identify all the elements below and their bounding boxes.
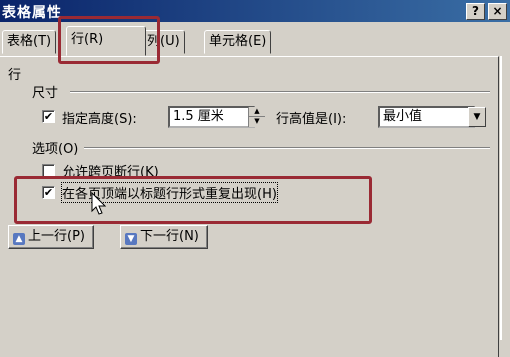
size-group-label: 尺寸 xyxy=(32,86,59,101)
spin-down-icon[interactable]: ▼ xyxy=(249,117,265,126)
chevron-down-icon[interactable]: ▼ xyxy=(468,107,486,127)
next-row-label: 下一行(N) xyxy=(140,229,199,244)
options-group-divider xyxy=(84,147,490,149)
arrow-down-icon: ▼ xyxy=(125,233,137,245)
tab-cell[interactable]: 单元格(E) xyxy=(204,30,272,54)
height-input[interactable]: 1.5 厘米 xyxy=(168,106,255,128)
row-height-is-label: 行高值是(I): xyxy=(276,112,347,127)
checkmark-icon: ✔ xyxy=(43,110,54,123)
specify-height-label: 指定高度(S): xyxy=(62,112,137,127)
previous-row-label: 上一行(P) xyxy=(28,229,85,244)
options-group-label: 选项(O) xyxy=(32,142,79,157)
tab-table[interactable]: 表格(T) xyxy=(2,30,57,54)
row-height-select[interactable]: 最小值 xyxy=(378,106,475,128)
mouse-cursor-icon xyxy=(91,192,107,215)
next-row-button[interactable]: ▼ 下一行(N) xyxy=(120,225,208,249)
row-heading: 行 xyxy=(8,68,22,83)
close-button[interactable]: × xyxy=(488,3,507,20)
panel-edge xyxy=(500,56,502,340)
previous-row-button[interactable]: ▲ 上一行(P) xyxy=(8,225,94,249)
tab-row[interactable]: 行(R) xyxy=(66,26,146,56)
spin-up-icon[interactable]: ▲ xyxy=(249,107,265,117)
window-title: 表格属性 xyxy=(2,5,62,21)
arrow-up-icon: ▲ xyxy=(13,233,25,245)
tab-strip: 表格(T) 行(R) 列(U) 单元格(E) xyxy=(0,24,510,58)
size-group-divider xyxy=(70,91,490,93)
option-highlight-box xyxy=(14,176,372,224)
height-spinner[interactable]: ▲ ▼ xyxy=(248,107,265,127)
help-button[interactable]: ? xyxy=(466,3,485,20)
specify-height-checkbox[interactable]: ✔ xyxy=(42,110,55,123)
